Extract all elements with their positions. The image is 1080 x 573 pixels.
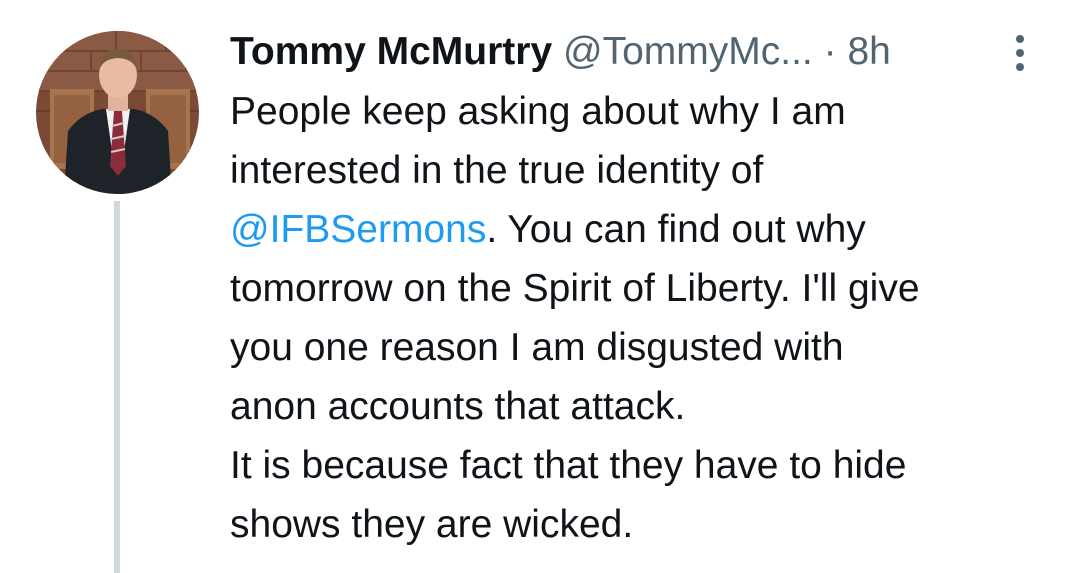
more-options-button[interactable] <box>1008 33 1032 73</box>
tweet-text: People keep asking about why I am intere… <box>230 82 1050 554</box>
author-display-name[interactable]: Tommy McMurtry <box>230 30 552 73</box>
tweet-line: It is because fact that they have to hid… <box>230 444 907 487</box>
avatar-image <box>36 31 199 194</box>
mention-link[interactable]: @IFBSermons <box>230 208 486 251</box>
tweet-header: Tommy McMurtry @TommyMc... · 8h <box>230 26 891 78</box>
avatar[interactable] <box>36 31 199 194</box>
tweet-line-rest: . You can find out why <box>486 208 866 251</box>
tweet-line: People keep asking about why I am <box>230 90 846 133</box>
author-handle[interactable]: @TommyMc... <box>563 30 813 73</box>
thread-line <box>114 201 120 573</box>
separator-dot: · <box>823 30 837 73</box>
tweet-line: interested in the true identity of <box>230 149 764 192</box>
tweet[interactable]: Tommy McMurtry @TommyMc... · 8h People k… <box>0 0 1080 573</box>
tweet-timestamp[interactable]: 8h <box>847 30 890 73</box>
more-vertical-icon <box>1016 35 1024 71</box>
tweet-line: you one reason I am disgusted with <box>230 326 844 369</box>
tweet-line: anon accounts that attack. <box>230 385 686 428</box>
tweet-line: @IFBSermons. You can find out why <box>230 200 1050 259</box>
tweet-line: shows they are wicked. <box>230 503 634 546</box>
tweet-line: tomorrow on the Spirit of Liberty. I'll … <box>230 267 920 310</box>
